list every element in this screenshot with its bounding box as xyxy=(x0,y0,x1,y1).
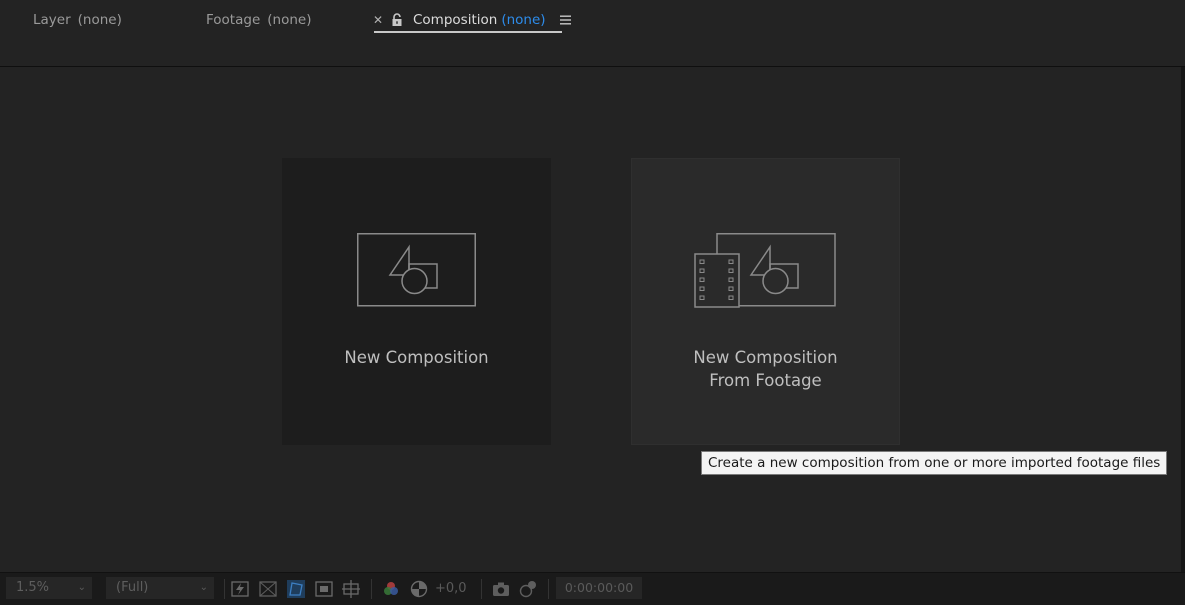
tooltip: Create a new composition from one or mor… xyxy=(701,451,1168,475)
mask-visibility-icon[interactable] xyxy=(286,579,306,599)
fast-previews-icon[interactable] xyxy=(230,579,250,599)
active-tab-underline xyxy=(374,31,562,33)
toolbar-separator xyxy=(371,579,372,599)
tab-composition-value: (none) xyxy=(501,12,546,28)
tab-layer-value: (none) xyxy=(77,12,122,28)
composition-panel: Layer (none) Footage (none) ✕ Compositio… xyxy=(0,0,1185,605)
tab-composition-name: Composition xyxy=(413,12,498,28)
tab-layer[interactable]: Layer (none) xyxy=(33,9,122,31)
composition-viewer xyxy=(0,68,1181,572)
label-line-2: From Footage xyxy=(709,371,822,390)
close-icon[interactable]: ✕ xyxy=(373,13,383,27)
new-composition-button[interactable]: New Composition xyxy=(282,158,551,445)
tab-layer-name: Layer xyxy=(33,12,71,28)
new-composition-from-footage-button[interactable]: New Composition From Footage xyxy=(631,158,900,445)
tab-footage-value: (none) xyxy=(267,12,312,28)
tab-footage-name: Footage xyxy=(206,12,261,28)
show-snapshot-icon[interactable] xyxy=(518,579,538,599)
magnification-value: 1.5% xyxy=(16,580,50,595)
reset-exposure-icon[interactable] xyxy=(409,579,429,599)
new-composition-from-footage-label: New Composition From Footage xyxy=(632,346,899,392)
lock-icon[interactable] xyxy=(391,13,403,27)
exposure-value[interactable]: +0,0 xyxy=(435,578,467,600)
panel-tab-bar: Layer (none) Footage (none) ✕ Compositio… xyxy=(0,0,1185,67)
viewer-bottom-toolbar: 1.5% ⌄ (Full) ⌄ +0,0 0:00:00:00 xyxy=(0,572,1185,605)
transparency-grid-icon[interactable] xyxy=(258,579,278,599)
chevron-down-icon: ⌄ xyxy=(199,582,208,593)
toolbar-separator xyxy=(548,579,549,599)
grid-guides-icon[interactable] xyxy=(341,579,361,599)
region-of-interest-icon[interactable] xyxy=(314,579,334,599)
toolbar-separator xyxy=(481,579,482,599)
panel-right-border xyxy=(1181,67,1185,573)
composition-from-footage-icon xyxy=(694,233,836,308)
new-composition-label: New Composition xyxy=(344,348,489,367)
tab-footage[interactable]: Footage (none) xyxy=(206,9,311,31)
tab-composition[interactable]: ✕ Composition (none) xyxy=(373,9,571,31)
camera-snapshot-icon[interactable] xyxy=(491,579,511,599)
resolution-value: (Full) xyxy=(116,580,149,595)
label-line-1: New Composition xyxy=(693,348,838,367)
color-channels-icon[interactable] xyxy=(381,579,401,599)
toolbar-separator xyxy=(224,579,225,599)
magnification-dropdown[interactable]: 1.5% ⌄ xyxy=(6,577,92,599)
hamburger-menu-icon[interactable] xyxy=(559,15,571,25)
new-composition-icon xyxy=(357,233,476,307)
chevron-down-icon: ⌄ xyxy=(77,582,86,593)
resolution-dropdown[interactable]: (Full) ⌄ xyxy=(106,577,214,599)
current-time-display[interactable]: 0:00:00:00 xyxy=(556,577,642,599)
